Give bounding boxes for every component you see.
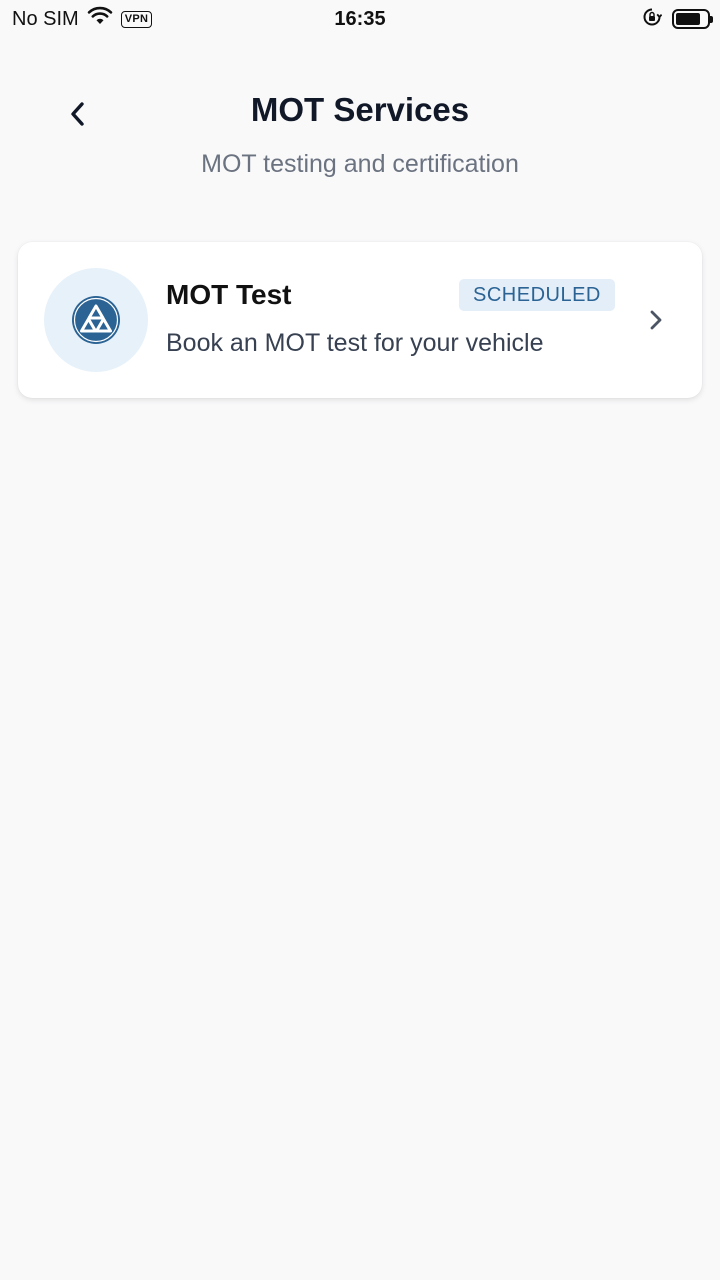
header: MOT Services MOT testing and certificati… — [0, 80, 720, 190]
service-description: Book an MOT test for your vehicle — [166, 329, 544, 357]
chevron-right-icon — [650, 310, 662, 330]
status-right — [642, 6, 713, 32]
service-icon-container — [44, 268, 148, 372]
page-title: MOT Services — [250, 91, 470, 128]
status-badge: SCHEDULED — [459, 279, 615, 311]
status-time: 16:35 — [334, 8, 386, 30]
service-title: MOT Test — [166, 279, 292, 310]
mot-triangles-icon — [72, 296, 120, 344]
service-card-mot-test[interactable]: MOT Test SCHEDULED Book an MOT test for … — [18, 242, 702, 398]
battery-fill — [676, 13, 700, 25]
status-bar: No SIM VPN 16:35 — [0, 0, 720, 38]
battery-icon — [672, 9, 713, 29]
page-subtitle: MOT testing and certification — [201, 150, 519, 178]
orientation-lock-icon — [642, 7, 663, 32]
